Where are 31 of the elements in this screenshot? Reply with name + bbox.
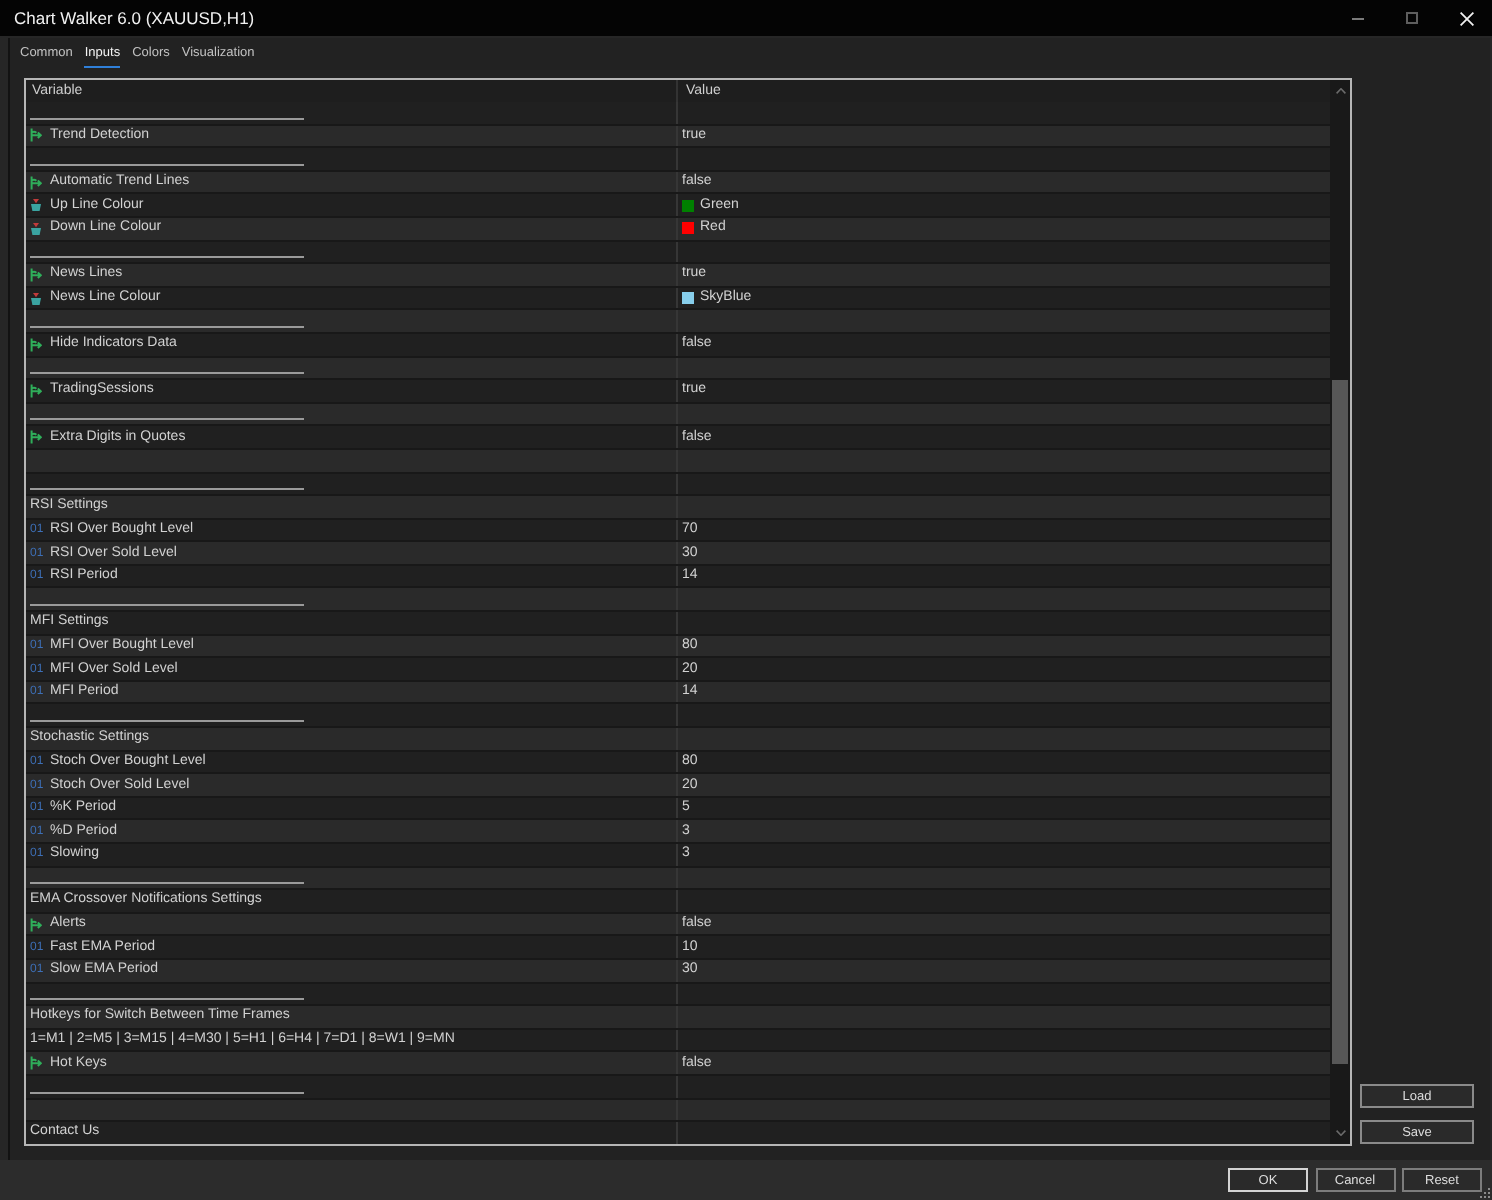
table-row[interactable]: [26, 449, 1330, 473]
table-row[interactable]: [26, 473, 1330, 497]
scrollbar[interactable]: [1330, 80, 1350, 1144]
table-row[interactable]: [26, 983, 1330, 1007]
scrollbar-thumb[interactable]: [1332, 380, 1348, 1064]
minimize-icon[interactable]: [1352, 17, 1364, 19]
window-title: Chart Walker 6.0 (XAUUSD,H1): [14, 8, 255, 28]
chevron-up-icon[interactable]: [1335, 88, 1345, 94]
table-row[interactable]: [26, 704, 1330, 729]
maximize-icon[interactable]: [1406, 12, 1418, 24]
table-row[interactable]: [26, 1075, 1330, 1100]
table-row[interactable]: [26, 148, 1330, 172]
chevron-down-icon[interactable]: [1335, 1130, 1345, 1136]
paint-bucket-icon: [30, 198, 42, 213]
table-row[interactable]: [26, 310, 1330, 334]
paint-bucket-icon: [30, 291, 42, 306]
branch-arrow-icon: [30, 128, 42, 143]
close-icon[interactable]: [1460, 11, 1474, 25]
branch-arrow-icon: [30, 383, 42, 398]
table-row[interactable]: [26, 867, 1330, 891]
paint-bucket-icon: [30, 221, 42, 236]
branch-arrow-icon: [30, 175, 42, 190]
table-row[interactable]: [26, 241, 1330, 265]
branch-arrow-icon: [30, 1056, 42, 1071]
table-row[interactable]: [26, 403, 1330, 427]
branch-arrow-icon: [30, 430, 42, 445]
table-row[interactable]: [26, 588, 1330, 613]
branch-arrow-icon: [30, 337, 42, 352]
branch-arrow-icon: [30, 917, 42, 932]
table-row[interactable]: [26, 357, 1330, 381]
branch-arrow-icon: [30, 267, 42, 282]
